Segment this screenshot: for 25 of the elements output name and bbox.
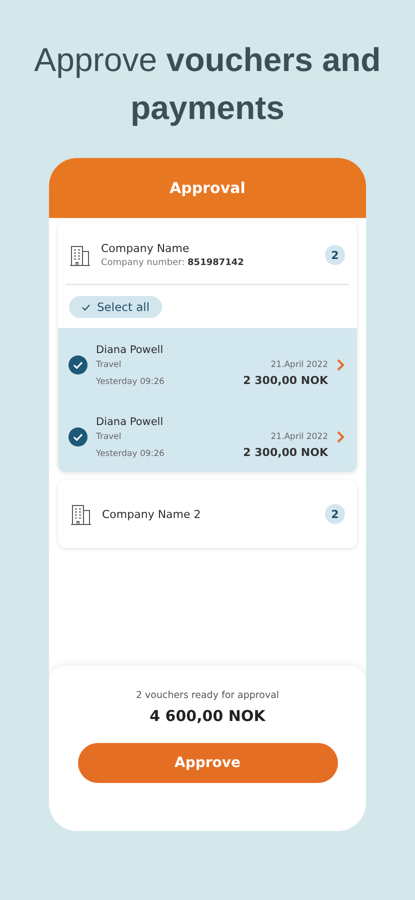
- voucher-date: 21.April 2022: [270, 360, 328, 370]
- company-name: Company Name: [101, 242, 190, 255]
- company-number: Company number: 851987142: [101, 258, 245, 268]
- building-icon: [69, 243, 91, 267]
- chevron-right-icon: [336, 358, 345, 372]
- building-icon: [70, 502, 92, 526]
- count-badge: 2: [325, 245, 345, 265]
- voucher-amount: 2 300,00 NOK: [243, 374, 328, 386]
- voucher-time: Yesterday 09:26: [96, 448, 166, 458]
- voucher-amount: 2 300,00 NOK: [243, 446, 328, 458]
- headline: Approve vouchers and payments: [33, 40, 382, 128]
- summary-text: 2 vouchers ready for approval: [136, 690, 280, 701]
- header-title: Approval: [49, 158, 366, 218]
- voucher-category: Travel: [96, 432, 122, 442]
- select-all-button[interactable]: Select all: [69, 296, 162, 318]
- voucher-date: 21.April 2022: [270, 432, 328, 442]
- count-badge: 2: [325, 504, 345, 524]
- chevron-right-icon: [336, 430, 345, 444]
- voucher-name: Diana Powell: [96, 344, 164, 356]
- company-name: Company Name 2: [102, 508, 202, 520]
- voucher-name: Diana Powell: [96, 416, 164, 428]
- total-amount: 4 600,00 NOK: [150, 707, 266, 725]
- voucher-time: Yesterday 09:26: [96, 376, 166, 386]
- check-icon: [81, 302, 91, 312]
- voucher-category: Travel: [96, 360, 122, 370]
